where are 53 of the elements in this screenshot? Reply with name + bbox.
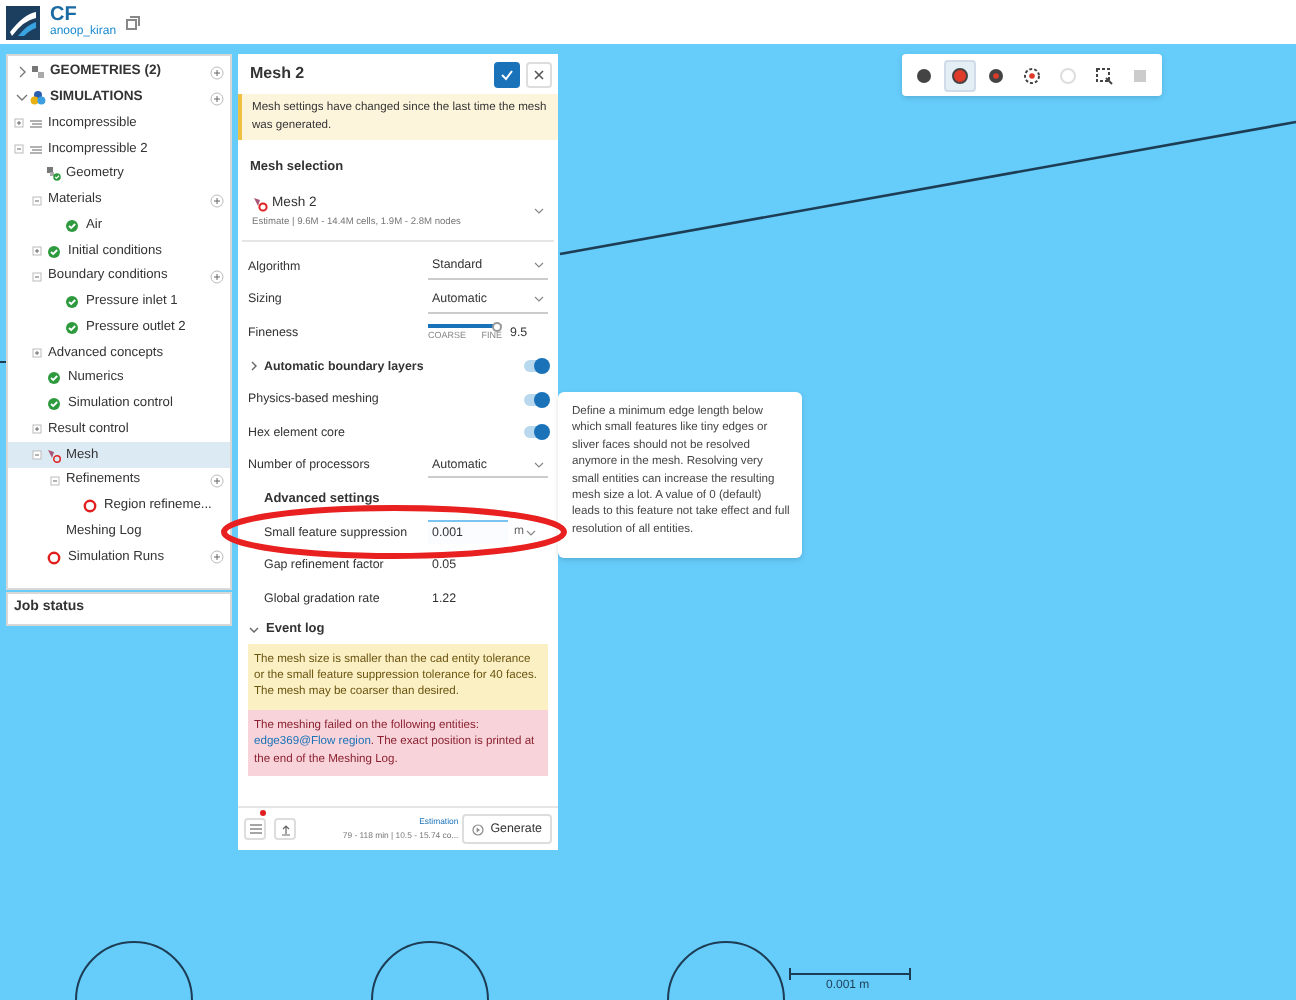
check-icon [500, 67, 514, 81]
expand-toggle[interactable] [32, 246, 46, 257]
expand-chevron[interactable] [14, 66, 30, 79]
logo-icon [6, 5, 40, 39]
collapse-toggle[interactable] [32, 450, 46, 461]
caret-icon [534, 296, 544, 303]
collapse-toggle[interactable] [32, 195, 46, 206]
add-button[interactable] [210, 65, 224, 80]
caret-icon [534, 208, 544, 215]
expand-toggle[interactable] [32, 424, 46, 435]
copy-icon[interactable] [126, 15, 141, 29]
view-mode-icon [1094, 65, 1114, 85]
add-button[interactable] [210, 91, 224, 106]
circle-outline [75, 941, 193, 1000]
add-button[interactable] [210, 550, 224, 565]
expand-toggle[interactable] [32, 348, 46, 359]
toggle-switch[interactable] [524, 393, 548, 406]
list-button[interactable] [244, 818, 266, 840]
cube-icon [30, 64, 46, 81]
add-button[interactable] [210, 473, 224, 488]
expand-chevron[interactable] [248, 360, 260, 373]
app-name: CF [50, 6, 77, 26]
add-button[interactable] [210, 269, 224, 284]
list-icon [249, 824, 261, 834]
collapse-toggle[interactable] [32, 271, 46, 282]
close-button[interactable] [526, 61, 552, 87]
caret-icon [526, 529, 536, 536]
collapse-chevron[interactable] [14, 92, 30, 105]
panel-title: Mesh 2 [250, 62, 307, 86]
scale-bar [789, 967, 911, 981]
upload-button[interactable] [274, 818, 296, 840]
save-button[interactable] [494, 61, 520, 87]
collapse-toggle[interactable] [14, 144, 28, 155]
caret-icon [534, 262, 544, 269]
lines-icon [28, 141, 44, 158]
caret-icon [534, 461, 544, 468]
slider-thumb[interactable] [491, 321, 502, 332]
toggle-switch[interactable] [524, 360, 548, 373]
play-icon [472, 823, 485, 835]
view-mode-icon [1130, 65, 1150, 85]
close-icon [534, 69, 544, 79]
upload-icon [279, 823, 291, 835]
view-tool-button[interactable] [944, 59, 976, 91]
add-button[interactable] [210, 193, 224, 208]
lines-icon [28, 115, 44, 132]
collapse-chevron[interactable] [248, 623, 260, 636]
collapse-toggle[interactable] [50, 475, 64, 486]
circle-outline [371, 941, 489, 1000]
mesh-error-icon [252, 195, 268, 212]
circle-outline [667, 941, 785, 1000]
toggle-switch[interactable] [524, 426, 548, 439]
expand-toggle[interactable] [14, 118, 28, 129]
circles-icon [30, 90, 46, 107]
